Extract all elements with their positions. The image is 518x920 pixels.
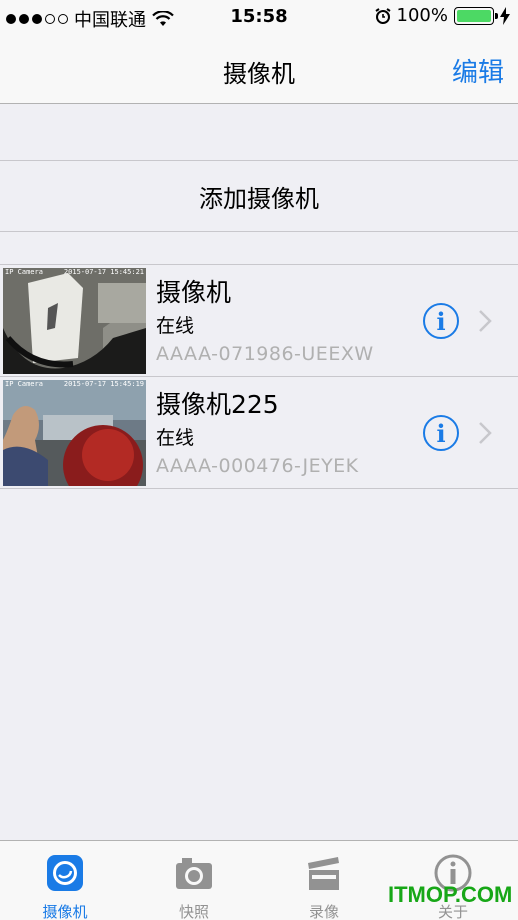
tab-about[interactable]: 关于 xyxy=(388,841,518,920)
page-title: 摄像机 xyxy=(223,60,295,88)
camera-row[interactable]: IP Camera 2015-07-17 15:45:21 摄像机 在线 AAAA… xyxy=(0,265,518,377)
battery-icon xyxy=(454,6,498,25)
camera-info-button[interactable]: i xyxy=(423,303,459,339)
camera-row[interactable]: IP Camera 2015-07-17 15:45:19 摄像机225 在线 A… xyxy=(0,377,518,489)
status-bar: 中国联通 15:58 100% xyxy=(0,0,518,34)
camera-uid: AAAA-000476-JEYEK xyxy=(156,455,359,477)
camera-status: 在线 xyxy=(156,427,195,449)
photo-camera-icon xyxy=(176,858,212,889)
edit-button[interactable]: 编辑 xyxy=(452,52,504,89)
snapshot-image xyxy=(3,268,146,374)
chevron-right-icon xyxy=(479,310,492,332)
snapshot-timestamp: IP Camera 2015-07-17 15:45:21 xyxy=(5,268,144,276)
info-icon: i xyxy=(436,306,446,336)
camera-uid: AAAA-071986-UEEXW xyxy=(156,343,374,365)
tab-label: 快照 xyxy=(178,903,209,920)
tab-label: 录像 xyxy=(308,903,339,920)
info-icon: i xyxy=(436,418,446,448)
navigation-bar: 摄像机 编辑 xyxy=(0,34,518,104)
tab-label: 摄像机 xyxy=(42,903,88,920)
chevron-right-icon xyxy=(479,422,492,444)
snapshot-image xyxy=(3,380,146,486)
tab-recordings[interactable]: 录像 xyxy=(259,841,389,920)
camera-name: 摄像机225 xyxy=(156,390,279,419)
camera-list: IP Camera 2015-07-17 15:45:21 摄像机 在线 AAAA… xyxy=(0,264,518,489)
camera-lens-icon xyxy=(47,855,83,891)
camera-info-button[interactable]: i xyxy=(423,415,459,451)
battery-percent: 100% xyxy=(396,5,448,26)
camera-snapshot-thumbnail: IP Camera 2015-07-17 15:45:19 xyxy=(3,380,146,486)
charging-bolt-icon xyxy=(500,6,510,25)
camera-status: 在线 xyxy=(156,315,195,337)
add-camera-label: 添加摄像机 xyxy=(199,184,319,213)
snapshot-timestamp: IP Camera 2015-07-17 15:45:19 xyxy=(5,380,144,388)
status-right: 100% xyxy=(374,5,510,26)
tab-snapshots[interactable]: 快照 xyxy=(129,841,259,920)
tab-bar: 摄像机 快照 录像 关于 xyxy=(0,840,518,920)
add-camera-button[interactable]: 添加摄像机 xyxy=(0,160,518,232)
camera-snapshot-thumbnail: IP Camera 2015-07-17 15:45:21 xyxy=(3,268,146,374)
clapperboard-icon xyxy=(308,857,339,890)
tab-cameras[interactable]: 摄像机 xyxy=(0,841,130,920)
camera-name: 摄像机 xyxy=(156,278,232,307)
site-watermark: ITMOP.COM xyxy=(388,882,513,907)
alarm-clock-icon xyxy=(374,7,391,24)
